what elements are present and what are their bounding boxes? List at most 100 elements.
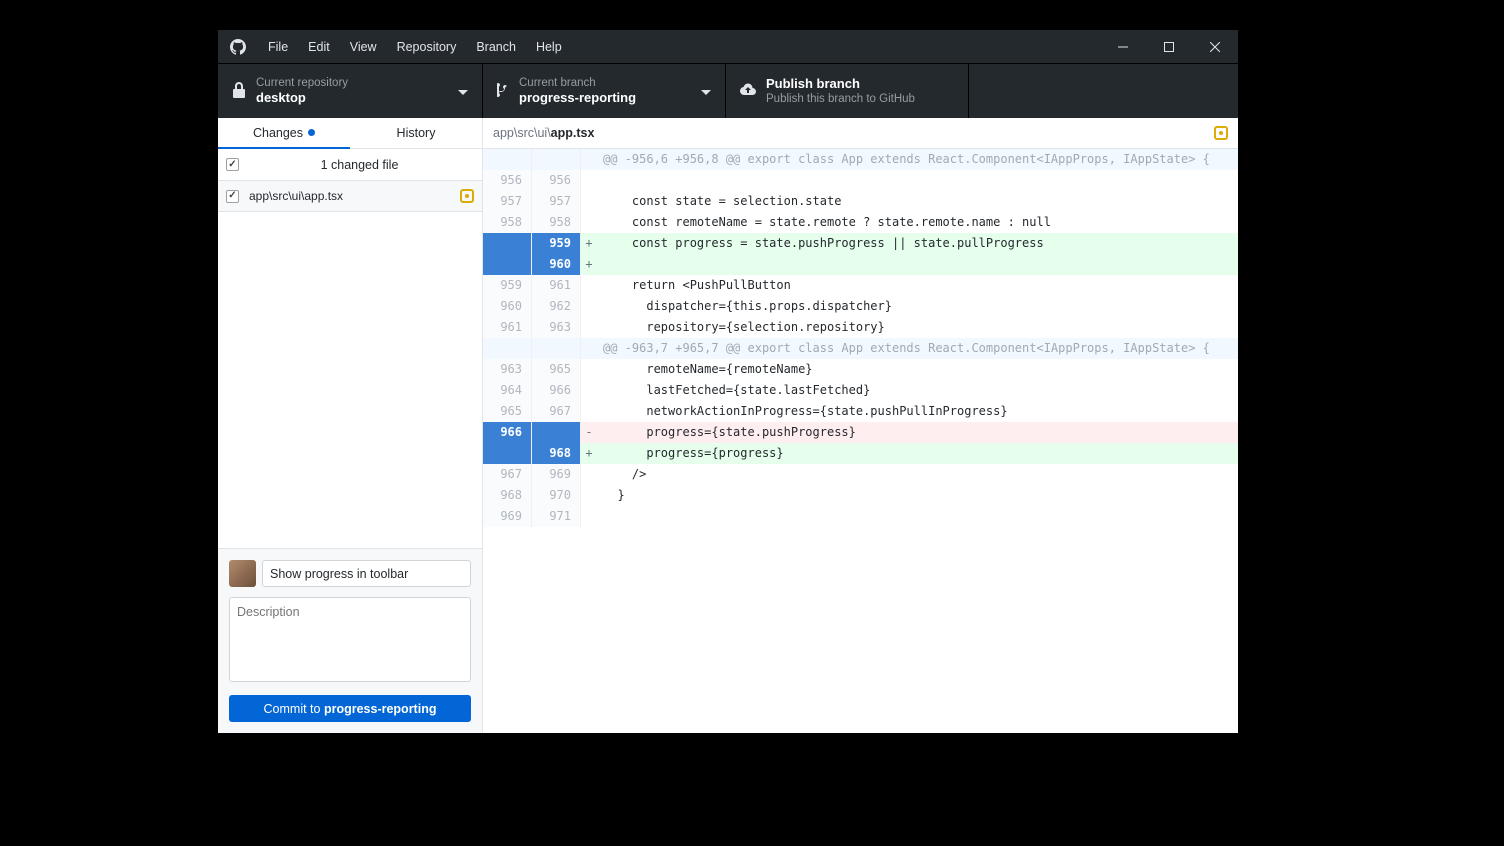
repo-value: desktop [256,90,348,106]
gutter-new: 957 [532,191,581,212]
diff-code: const progress = state.pushProgress || s… [597,233,1238,254]
diff-mark [581,338,597,359]
window-controls [1100,30,1238,63]
tab-history[interactable]: History [350,118,482,148]
diff-line[interactable]: 965967 networkActionInProgress={state.pu… [483,401,1238,422]
gutter-old [483,338,532,359]
gutter-new: 963 [532,317,581,338]
diff-line[interactable]: @@ -956,6 +956,8 @@ export class App ext… [483,149,1238,170]
menu-repository[interactable]: Repository [387,30,467,63]
github-logo-icon [218,39,258,55]
gutter-new: 968 [532,443,581,464]
tab-changes[interactable]: Changes [218,118,350,149]
diff-line[interactable]: @@ -963,7 +965,7 @@ export class App ext… [483,338,1238,359]
commit-button[interactable]: Commit to progress-reporting [229,695,471,722]
gutter-new: 965 [532,359,581,380]
changes-indicator-icon [308,129,315,136]
toolbar: Current repository desktop Current branc… [218,63,1238,118]
repo-selector[interactable]: Current repository desktop [218,64,483,118]
gutter-new: 959 [532,233,581,254]
diff-line[interactable]: 959+ const progress = state.pushProgress… [483,233,1238,254]
diff-mark [581,275,597,296]
git-branch-icon [497,82,509,101]
gutter-old: 967 [483,464,532,485]
gutter-new: 967 [532,401,581,422]
diff-line[interactable]: 960+ [483,254,1238,275]
menu-help[interactable]: Help [526,30,572,63]
diff-line[interactable]: 963965 remoteName={remoteName} [483,359,1238,380]
gutter-old [483,254,532,275]
gutter-old: 959 [483,275,532,296]
gutter-old: 961 [483,317,532,338]
repo-label: Current repository [256,76,348,90]
commit-summary-input[interactable] [262,560,471,587]
diff-line[interactable]: 961963 repository={selection.repository} [483,317,1238,338]
publish-branch-button[interactable]: Publish branch Publish this branch to Gi… [726,64,969,118]
gutter-old: 963 [483,359,532,380]
gutter-new: 970 [532,485,581,506]
gutter-new: 958 [532,212,581,233]
diff-code: @@ -956,6 +956,8 @@ export class App ext… [597,149,1238,170]
diff-line[interactable]: 966- progress={state.pushProgress} [483,422,1238,443]
commit-form: Commit to progress-reporting [218,548,482,733]
gutter-old: 957 [483,191,532,212]
diff-code [597,506,1238,527]
diff-code: remoteName={remoteName} [597,359,1238,380]
diff-line[interactable]: 969971 [483,506,1238,527]
changed-file-row[interactable]: app\src\ui\app.tsx [218,181,482,212]
diff-code: progress={state.pushProgress} [597,422,1238,443]
diff-mark: + [581,443,597,464]
diff-code: progress={progress} [597,443,1238,464]
cloud-upload-icon [740,82,756,101]
avatar [229,560,256,587]
gutter-old: 958 [483,212,532,233]
diff-line[interactable]: 968970 } [483,485,1238,506]
gutter-old [483,149,532,170]
diff-mark [581,191,597,212]
content: Changes History 1 changed file app\src\u… [218,118,1238,733]
diff-code: dispatcher={this.props.dispatcher} [597,296,1238,317]
diff-mark: + [581,254,597,275]
file-checkbox[interactable] [226,190,239,203]
commit-description-input[interactable] [229,597,471,682]
menu-edit[interactable]: Edit [298,30,340,63]
diff-line[interactable]: 964966 lastFetched={state.lastFetched} [483,380,1238,401]
menu-branch[interactable]: Branch [466,30,526,63]
maximize-button[interactable] [1146,30,1192,63]
diff-line[interactable]: 958958 const remoteName = state.remote ?… [483,212,1238,233]
diff-file-path: app\src\ui\app.tsx [493,126,594,140]
diff-code: /> [597,464,1238,485]
diff-code: lastFetched={state.lastFetched} [597,380,1238,401]
gutter-new: 961 [532,275,581,296]
publish-subtitle: Publish this branch to GitHub [766,92,915,106]
diff-line[interactable]: 968+ progress={progress} [483,443,1238,464]
modified-badge-icon [460,189,474,203]
diff-mark [581,317,597,338]
gutter-new: 969 [532,464,581,485]
diff-body[interactable]: @@ -956,6 +956,8 @@ export class App ext… [483,149,1238,733]
diff-mark [581,401,597,422]
diff-line[interactable]: 957957 const state = selection.state [483,191,1238,212]
diff-mark: + [581,233,597,254]
select-all-checkbox[interactable] [226,158,239,171]
diff-line[interactable]: 956956 [483,170,1238,191]
diff-line[interactable]: 967969 /> [483,464,1238,485]
gutter-old: 956 [483,170,532,191]
chevron-down-icon [458,84,468,99]
menu-file[interactable]: File [258,30,298,63]
diff-line[interactable]: 960962 dispatcher={this.props.dispatcher… [483,296,1238,317]
diff-mark [581,506,597,527]
gutter-new: 971 [532,506,581,527]
close-button[interactable] [1192,30,1238,63]
gutter-new [532,338,581,359]
chevron-down-icon [701,84,711,99]
diff-mark [581,464,597,485]
diff-code: const remoteName = state.remote ? state.… [597,212,1238,233]
diff-code: const state = selection.state [597,191,1238,212]
menu-view[interactable]: View [340,30,387,63]
minimize-button[interactable] [1100,30,1146,63]
diff-code [597,254,1238,275]
branch-selector[interactable]: Current branch progress-reporting [483,64,726,118]
diff-line[interactable]: 959961 return <PushPullButton [483,275,1238,296]
menu-bar: File Edit View Repository Branch Help [258,30,572,63]
